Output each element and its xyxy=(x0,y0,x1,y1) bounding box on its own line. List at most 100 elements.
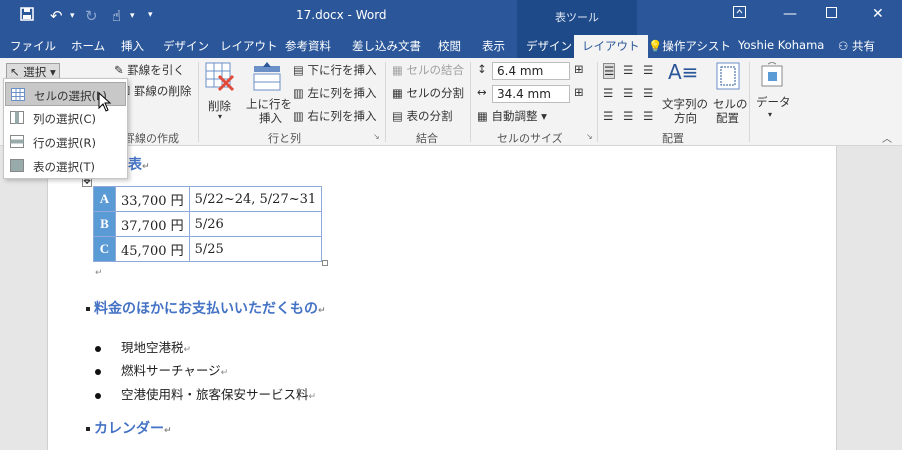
autofit-button[interactable]: ▦ 自動調整 ▾ xyxy=(477,108,547,124)
autofit-label: 自動調整 xyxy=(491,109,538,123)
split-cells-label: セルの分割 xyxy=(406,86,465,100)
cell-grid-icon xyxy=(11,88,25,104)
table-resize-handle[interactable] xyxy=(322,260,328,266)
cell-size-launcher-icon[interactable]: ↘ xyxy=(586,132,593,141)
calendar-heading: カレンダー↵ xyxy=(86,418,172,438)
split-cells-button[interactable]: ▦ セルの分割 xyxy=(392,85,464,101)
delete-table-icon xyxy=(205,62,235,95)
undo-icon[interactable]: ↶ xyxy=(50,7,63,25)
draw-table-button[interactable]: ✎ 罫線を引く xyxy=(114,62,185,78)
table-row: C 45,700 円 5/25 xyxy=(93,236,323,262)
redo-icon[interactable]: ↻ xyxy=(85,7,98,25)
collapse-ribbon-icon[interactable]: ︿ xyxy=(882,130,892,145)
table-cell[interactable]: 37,700 円 xyxy=(115,211,190,237)
tab-references[interactable]: 参考資料 xyxy=(285,38,331,54)
draw-table-label: 罫線を引く xyxy=(127,63,185,77)
menu-select-table[interactable]: 表の選択(T) xyxy=(5,154,126,178)
rate-table[interactable]: A 33,700 円 5/22~24, 5/27~31 B 37,700 円 5… xyxy=(93,186,323,262)
tab-file[interactable]: ファイル xyxy=(10,38,56,54)
align-middle-center-icon[interactable]: ☰ xyxy=(623,86,633,100)
ribbon-display-options-icon[interactable] xyxy=(733,6,746,22)
align-bottom-center-icon[interactable]: ☰ xyxy=(623,109,633,123)
tab-mailings[interactable]: 差し込み文書 xyxy=(352,38,421,54)
touch-mode-icon[interactable]: ☝ xyxy=(112,7,121,25)
insert-below-button[interactable]: ▤ 下に行を挿入 xyxy=(293,62,377,78)
table-cell[interactable]: C xyxy=(93,236,116,262)
pencil-grid-icon: ✎ xyxy=(114,63,128,77)
tab-review[interactable]: 校閲 xyxy=(438,38,461,54)
calendar-heading-text: カレンダー xyxy=(94,421,164,437)
tab-design[interactable]: デザイン xyxy=(163,38,209,54)
rows-cols-launcher-icon[interactable]: ↘ xyxy=(373,132,380,141)
insert-right-button[interactable]: ▥ 右に列を挿入 xyxy=(293,108,377,124)
align-middle-right-icon[interactable]: ☰ xyxy=(643,86,653,100)
row-height-input[interactable]: 6.4 mm xyxy=(492,62,570,80)
merge-group-label: 結合 xyxy=(416,132,438,145)
insert-below-icon: ▤ xyxy=(293,63,308,77)
align-bottom-right-icon[interactable]: ☰ xyxy=(643,109,653,123)
person-icon: ⚇ xyxy=(838,39,852,53)
close-icon[interactable]: ✕ xyxy=(872,6,884,22)
list-item: 現地空港税↵ xyxy=(95,337,191,356)
ribbon-tabs: ファイル ホーム 挿入 デザイン レイアウト 参考資料 差し込み文書 校閲 表示… xyxy=(0,33,902,58)
tab-table-layout[interactable]: レイアウト xyxy=(574,35,648,58)
tab-table-design[interactable]: デザイン xyxy=(526,38,572,54)
save-icon[interactable] xyxy=(20,7,34,25)
text-direction-label2[interactable]: 方向 xyxy=(674,110,697,126)
delete-dropdown-icon[interactable]: ▾ xyxy=(218,112,222,121)
paragraph-mark: ↵ xyxy=(308,392,317,402)
tab-view[interactable]: 表示 xyxy=(482,38,505,54)
tab-insert[interactable]: 挿入 xyxy=(121,38,144,54)
tell-me-box[interactable]: 💡操作アシスト xyxy=(648,38,731,54)
merge-cells-button[interactable]: ▦ セルの結合 xyxy=(392,62,464,78)
table-cell[interactable]: B xyxy=(93,211,116,237)
divider xyxy=(749,62,750,142)
distribute-cols-icon[interactable]: ⊞ xyxy=(574,85,584,99)
split-cells-icon: ▦ xyxy=(392,86,407,100)
table-row: A 33,700 円 5/22~24, 5/27~31 xyxy=(93,186,323,212)
maximize-icon[interactable] xyxy=(826,6,837,22)
align-top-left-icon[interactable]: ☰ xyxy=(603,63,616,79)
data-label[interactable]: データ xyxy=(756,94,791,110)
align-top-center-icon[interactable]: ☰ xyxy=(623,63,633,77)
table-cell[interactable]: 5/25 xyxy=(188,236,323,262)
draw-group-label: 罫線の作成 xyxy=(124,132,179,145)
align-bottom-left-icon[interactable]: ☰ xyxy=(603,109,613,123)
list-item: 空港使用料・旅客保安サービス料↵ xyxy=(95,384,316,403)
share-button[interactable]: ⚇ 共有 xyxy=(838,38,875,54)
col-width-input[interactable]: 34.4 mm xyxy=(492,85,570,103)
list-item-text: 空港使用料・旅客保安サービス料 xyxy=(121,387,309,402)
tab-home[interactable]: ホーム xyxy=(71,38,105,54)
tell-me-label: 操作アシスト xyxy=(662,39,731,53)
menu-select-row[interactable]: 行の選択(R) xyxy=(5,130,126,154)
split-table-button[interactable]: ▤ 表の分割 xyxy=(392,108,453,124)
eraser-label: 罫線の削除 xyxy=(133,84,192,98)
distribute-rows-icon[interactable]: ⊞ xyxy=(574,62,584,76)
table-cell[interactable]: 5/22~24, 5/27~31 xyxy=(188,186,323,212)
table-cell[interactable]: 33,700 円 xyxy=(115,186,190,212)
minimize-icon[interactable]: — xyxy=(783,6,797,22)
align-middle-left-icon[interactable]: ☰ xyxy=(603,86,613,100)
menu-label: 行の選択(R) xyxy=(33,136,96,150)
undo-dropdown-icon[interactable]: ▾ xyxy=(70,11,75,21)
tab-layout[interactable]: レイアウト xyxy=(220,38,278,54)
insert-left-label: 左に列を挿入 xyxy=(307,86,377,100)
row-grid-icon xyxy=(10,135,24,151)
table-cell[interactable]: A xyxy=(93,186,116,212)
align-top-right-icon[interactable]: ☰ xyxy=(643,63,653,77)
insert-left-button[interactable]: ▥ 左に列を挿入 xyxy=(293,85,377,101)
cell-size-group-label: セルのサイズ xyxy=(497,132,563,145)
table-cell[interactable]: 5/26 xyxy=(188,211,323,237)
list-item-text: 現地空港税 xyxy=(121,340,184,355)
table-cell[interactable]: 45,700 円 xyxy=(115,236,190,262)
insert-above-label2[interactable]: 挿入 xyxy=(259,110,282,126)
split-table-icon: ▤ xyxy=(392,109,407,123)
data-dropdown-icon[interactable]: ▾ xyxy=(768,110,772,119)
heading-bullet-icon xyxy=(86,307,90,311)
mouse-pointer-icon xyxy=(98,92,112,112)
insert-right-icon: ▥ xyxy=(293,109,308,123)
customize-qat-icon[interactable]: ▾ xyxy=(148,10,153,20)
cell-margins-label2[interactable]: 配置 xyxy=(716,110,739,126)
touch-dropdown-icon[interactable]: ▾ xyxy=(130,11,135,21)
user-name[interactable]: Yoshie Kohama xyxy=(738,38,824,52)
